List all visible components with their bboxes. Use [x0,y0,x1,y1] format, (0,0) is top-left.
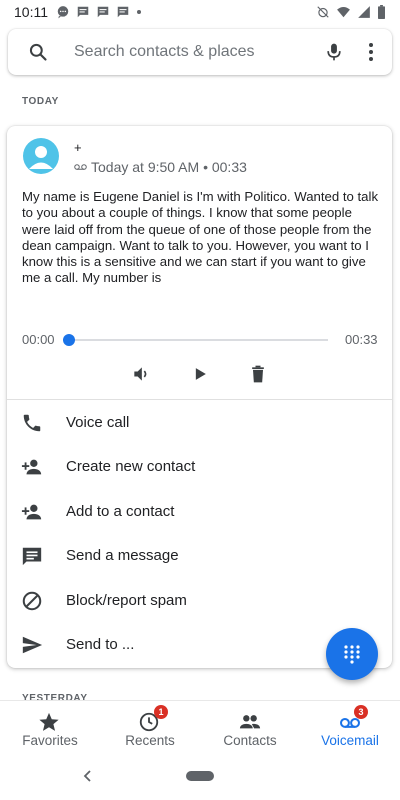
mic-icon[interactable] [324,41,344,63]
message-icon [22,547,42,566]
action-send-message[interactable]: Send a message [7,535,392,579]
delete-icon[interactable] [248,364,268,384]
divider [7,399,392,400]
nav-label: Voicemail [321,733,379,748]
voicemail-icon [74,164,87,170]
nav-contacts[interactable]: Contacts [200,701,300,759]
avatar[interactable] [23,138,59,174]
action-voice-call[interactable]: Voice call [7,402,392,446]
system-icons [316,5,386,19]
status-bar: 10:11 [0,0,400,24]
nav-favorites[interactable]: Favorites [0,701,100,759]
home-button[interactable] [186,771,214,781]
message-notification-icon [117,6,129,18]
message-notification-icon [97,6,109,18]
dot-icon [137,10,141,14]
playback-current-time: 00:00 [22,332,55,347]
more-vert-icon[interactable] [368,42,374,62]
search-icon[interactable] [28,42,48,62]
section-header-today: TODAY [22,96,59,107]
star-icon [39,712,59,731]
speaker-icon[interactable] [131,364,151,384]
person-add-icon [21,459,42,475]
seekbar-thumb[interactable] [63,334,75,346]
send-icon [22,636,43,654]
dialpad-icon [344,645,360,664]
playback-duration: 00:33 [345,332,378,347]
voicemail-badge: 3 [354,705,368,719]
nav-label: Contacts [223,733,277,748]
notification-icons [56,5,142,19]
voicemail-meta: Today at 9:50 AM • 00:33 [74,159,247,175]
action-label: Add to a contact [66,503,175,520]
block-icon [22,591,42,611]
search-input[interactable]: Search contacts & places [74,43,255,61]
chat-bubble-icon [57,6,69,19]
wifi-icon [337,7,350,18]
action-label: Create new contact [66,458,196,475]
search-bar[interactable]: Search contacts & places [8,29,392,75]
alarm-off-icon [317,6,329,18]
message-notification-icon [77,6,89,18]
signal-icon [358,6,370,18]
action-label: Send to ... [66,636,135,653]
back-icon[interactable] [80,768,96,784]
system-navigation [0,758,400,800]
action-add-to-contact[interactable]: Add to a contact [7,491,392,535]
play-icon[interactable] [190,364,210,384]
status-time: 10:11 [14,4,48,20]
caller-name: + [74,140,82,155]
person-add-icon [21,504,42,520]
nav-label: Favorites [22,733,78,748]
nav-label: Recents [125,733,175,748]
action-block-report-spam[interactable]: Block/report spam [7,580,392,624]
nav-recents[interactable]: 1 Recents [100,701,200,759]
voicemail-transcript: My name is Eugene Daniel is I'm with Pol… [22,189,379,286]
bottom-navigation: Favorites 1 Recents Contacts 3 Voicemail [0,700,400,759]
dialpad-fab[interactable] [326,628,378,680]
playback-seekbar[interactable] [69,339,328,341]
nav-voicemail[interactable]: 3 Voicemail [300,701,400,759]
action-label: Send a message [66,547,179,564]
people-icon [239,715,261,729]
battery-icon [378,5,385,19]
voicemail-card: + Today at 9:50 AM • 00:33 My name is Eu… [7,126,392,668]
person-icon [29,146,53,169]
phone-icon [23,414,41,432]
voicemail-timestamp: Today at 9:50 AM • 00:33 [91,159,247,175]
action-label: Block/report spam [66,592,187,609]
action-label: Voice call [66,414,130,431]
action-create-new-contact[interactable]: Create new contact [7,446,392,490]
recents-badge: 1 [154,705,168,719]
